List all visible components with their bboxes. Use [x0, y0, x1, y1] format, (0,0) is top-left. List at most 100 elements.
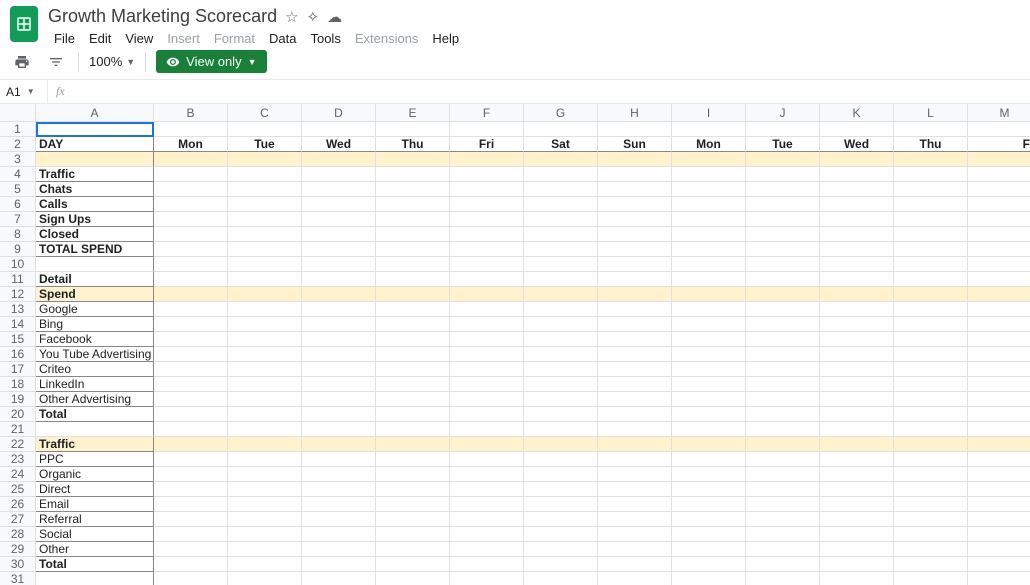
row-header[interactable]: 15: [0, 332, 36, 347]
menu-data[interactable]: Data: [263, 29, 302, 48]
cell[interactable]: [524, 572, 598, 585]
cell[interactable]: [154, 452, 228, 467]
cell[interactable]: [376, 122, 450, 137]
row-header[interactable]: 11: [0, 272, 36, 287]
column-header[interactable]: L: [894, 104, 968, 122]
cell[interactable]: [746, 302, 820, 317]
cell[interactable]: [968, 467, 1030, 482]
cell[interactable]: [228, 437, 302, 452]
cell[interactable]: [376, 317, 450, 332]
cell[interactable]: [598, 197, 672, 212]
cell[interactable]: [820, 257, 894, 272]
cell[interactable]: [376, 407, 450, 422]
row-header[interactable]: 26: [0, 497, 36, 512]
cell[interactable]: [746, 122, 820, 137]
cell[interactable]: [450, 542, 524, 557]
cell[interactable]: [968, 572, 1030, 585]
cell[interactable]: [598, 287, 672, 302]
cell[interactable]: [302, 527, 376, 542]
cell[interactable]: [672, 122, 746, 137]
cell[interactable]: [154, 227, 228, 242]
cell[interactable]: Calls: [36, 197, 154, 212]
cell[interactable]: Sat: [524, 137, 598, 152]
cell[interactable]: [672, 512, 746, 527]
row-header[interactable]: 27: [0, 512, 36, 527]
cell[interactable]: [524, 332, 598, 347]
menu-tools[interactable]: Tools: [304, 29, 346, 48]
row-header[interactable]: 16: [0, 347, 36, 362]
cell[interactable]: [820, 467, 894, 482]
cell[interactable]: [968, 377, 1030, 392]
cell[interactable]: TOTAL SPEND: [36, 242, 154, 257]
cell[interactable]: [376, 152, 450, 167]
cell[interactable]: [968, 482, 1030, 497]
cell[interactable]: [894, 542, 968, 557]
cell[interactable]: [746, 332, 820, 347]
cell[interactable]: [450, 482, 524, 497]
cell[interactable]: [228, 497, 302, 512]
cell[interactable]: [598, 407, 672, 422]
cell[interactable]: [228, 407, 302, 422]
column-header[interactable]: K: [820, 104, 894, 122]
cell[interactable]: [672, 287, 746, 302]
cell[interactable]: [228, 347, 302, 362]
cell[interactable]: [894, 377, 968, 392]
cell[interactable]: [746, 377, 820, 392]
cell[interactable]: [672, 197, 746, 212]
column-header[interactable]: A: [36, 104, 154, 122]
cell[interactable]: [820, 332, 894, 347]
cell[interactable]: [672, 422, 746, 437]
cell[interactable]: [524, 512, 598, 527]
cell[interactable]: [894, 152, 968, 167]
cell[interactable]: [154, 332, 228, 347]
cell[interactable]: [302, 272, 376, 287]
cell[interactable]: [672, 182, 746, 197]
cell[interactable]: Other Advertising: [36, 392, 154, 407]
cell[interactable]: PPC: [36, 452, 154, 467]
cell[interactable]: [894, 272, 968, 287]
cell[interactable]: [746, 227, 820, 242]
cell[interactable]: [376, 557, 450, 572]
cell[interactable]: [36, 257, 154, 272]
cell[interactable]: [228, 392, 302, 407]
cell[interactable]: [820, 452, 894, 467]
cell[interactable]: [746, 557, 820, 572]
menu-insert[interactable]: Insert: [161, 29, 206, 48]
cell[interactable]: [968, 497, 1030, 512]
cell[interactable]: [672, 152, 746, 167]
cell[interactable]: [302, 332, 376, 347]
cell[interactable]: [820, 122, 894, 137]
row-header[interactable]: 12: [0, 287, 36, 302]
cell[interactable]: [302, 497, 376, 512]
cell[interactable]: [302, 242, 376, 257]
cell[interactable]: [968, 527, 1030, 542]
cell[interactable]: Criteo: [36, 362, 154, 377]
cell[interactable]: [524, 392, 598, 407]
cell[interactable]: [672, 527, 746, 542]
cell[interactable]: [672, 227, 746, 242]
cell[interactable]: [154, 362, 228, 377]
cell[interactable]: [968, 212, 1030, 227]
cell[interactable]: [450, 287, 524, 302]
cell[interactable]: [894, 227, 968, 242]
cell[interactable]: [894, 527, 968, 542]
cell[interactable]: [672, 437, 746, 452]
cell[interactable]: [598, 527, 672, 542]
cell[interactable]: [450, 302, 524, 317]
menu-view[interactable]: View: [119, 29, 159, 48]
cell[interactable]: [302, 167, 376, 182]
cell[interactable]: [302, 407, 376, 422]
cell[interactable]: [36, 152, 154, 167]
cell[interactable]: [154, 467, 228, 482]
cell[interactable]: Fri: [450, 137, 524, 152]
cell[interactable]: [450, 497, 524, 512]
cell[interactable]: [154, 437, 228, 452]
cell[interactable]: [820, 212, 894, 227]
cell[interactable]: [894, 392, 968, 407]
cell[interactable]: [894, 317, 968, 332]
cell[interactable]: [524, 317, 598, 332]
cell[interactable]: [524, 437, 598, 452]
cloud-icon[interactable]: ☁: [327, 8, 342, 26]
cell[interactable]: [894, 197, 968, 212]
cell[interactable]: [672, 542, 746, 557]
